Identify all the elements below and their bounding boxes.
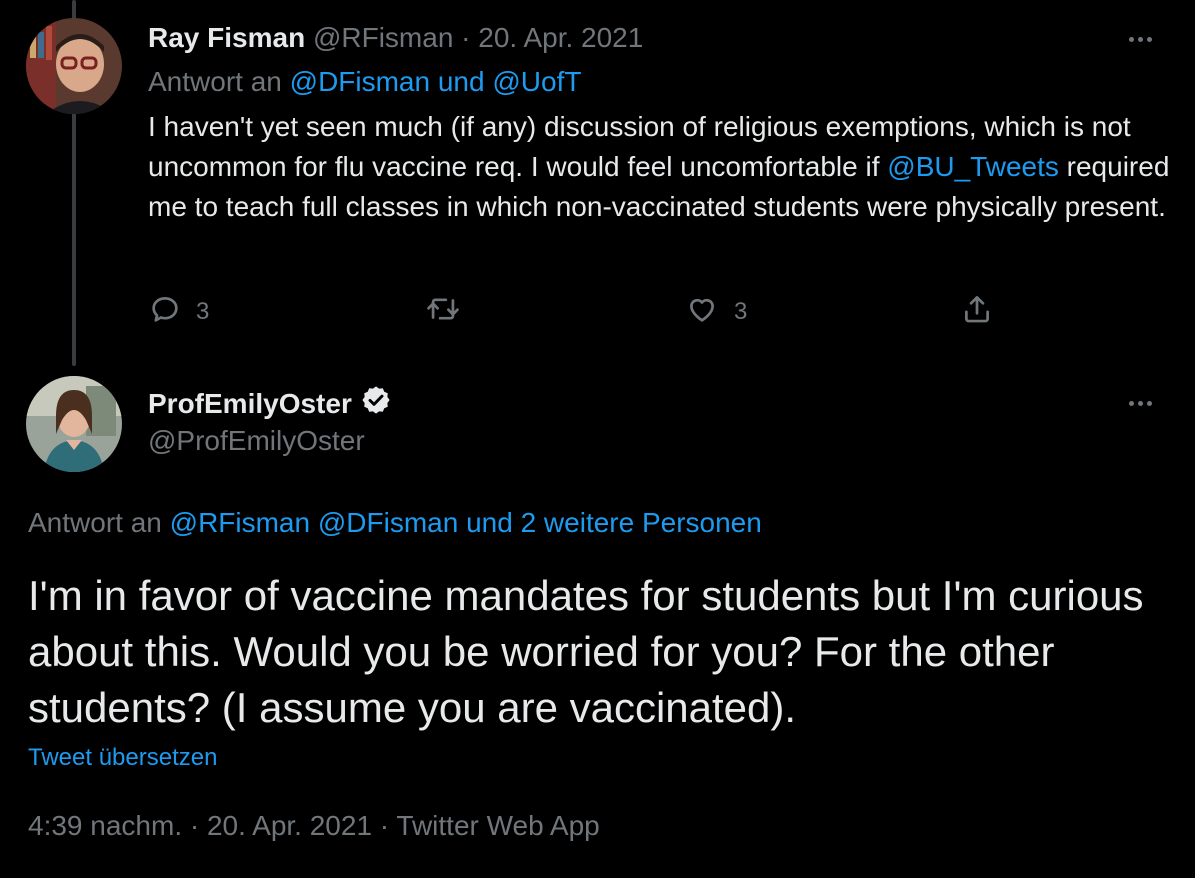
- tweet2-more-icon[interactable]: [1122, 393, 1158, 413]
- tweet2-reply-user-rfisman[interactable]: @RFisman: [170, 507, 310, 538]
- translate-tweet-link[interactable]: Tweet übersetzen: [28, 744, 217, 772]
- tweet1-reply-context: Antwort an @DFisman und @UofT: [148, 66, 581, 98]
- tweet2-handle[interactable]: @ProfEmilyOster: [148, 425, 365, 457]
- like-button[interactable]: 3: [684, 292, 747, 332]
- avatar-prof-emily-oster[interactable]: [26, 376, 122, 472]
- tweet1-mention-bu-tweets[interactable]: @BU_Tweets: [887, 151, 1059, 182]
- tweet1-handle[interactable]: @RFisman: [313, 22, 453, 53]
- reply-count: 3: [196, 298, 210, 325]
- tweet2-text: I'm in favor of vaccine mandates for stu…: [28, 572, 1144, 731]
- tweet1-more-icon[interactable]: [1122, 29, 1158, 49]
- tweet2-author-name[interactable]: ProfEmilyOster: [148, 388, 352, 420]
- share-button[interactable]: [960, 292, 994, 332]
- tweet1-reply-user-uoft[interactable]: @UofT: [492, 66, 581, 97]
- tweet1-date[interactable]: 20. Apr. 2021: [478, 22, 643, 53]
- tweet1-reply-conj: und: [430, 66, 493, 97]
- heart-icon: [684, 292, 720, 333]
- reply-button[interactable]: 3: [148, 292, 209, 332]
- tweet1-reply-user-dfisman[interactable]: @DFisman: [290, 66, 430, 97]
- tweet2-reply-context: Antwort an @RFisman @DFisman und 2 weite…: [28, 507, 762, 539]
- tweet2-author: ProfEmilyOster: [148, 384, 392, 423]
- tweet1-reply-prefix: Antwort an: [148, 66, 290, 97]
- tweet1-separator: ·: [453, 22, 479, 53]
- like-count: 3: [734, 298, 748, 325]
- retweet-icon: [424, 292, 462, 333]
- tweet1-text: I haven't yet seen much (if any) discuss…: [148, 107, 1178, 227]
- tweet2-reply-prefix: Antwort an: [28, 507, 170, 538]
- reply-icon: [148, 292, 182, 333]
- tweet-thread: Ray Fisman @RFisman · 20. Apr. 2021 Antw…: [0, 0, 1195, 878]
- tweet1-header: Ray Fisman @RFisman · 20. Apr. 2021: [148, 22, 643, 54]
- share-icon: [960, 292, 994, 333]
- tweet2-reply-others[interactable]: @DFisman und 2 weitere Personen: [318, 507, 762, 538]
- retweet-button[interactable]: [424, 292, 462, 332]
- avatar-ray-fisman[interactable]: [26, 18, 122, 114]
- tweet1-author-name[interactable]: Ray Fisman: [148, 22, 305, 53]
- tweet2-timestamp-source[interactable]: 4:39 nachm. · 20. Apr. 2021 · Twitter We…: [28, 810, 600, 842]
- tweet1-action-bar: 3 3: [148, 292, 1048, 332]
- tweet2-reply-sep: [310, 507, 318, 538]
- verified-badge-icon: [360, 384, 392, 423]
